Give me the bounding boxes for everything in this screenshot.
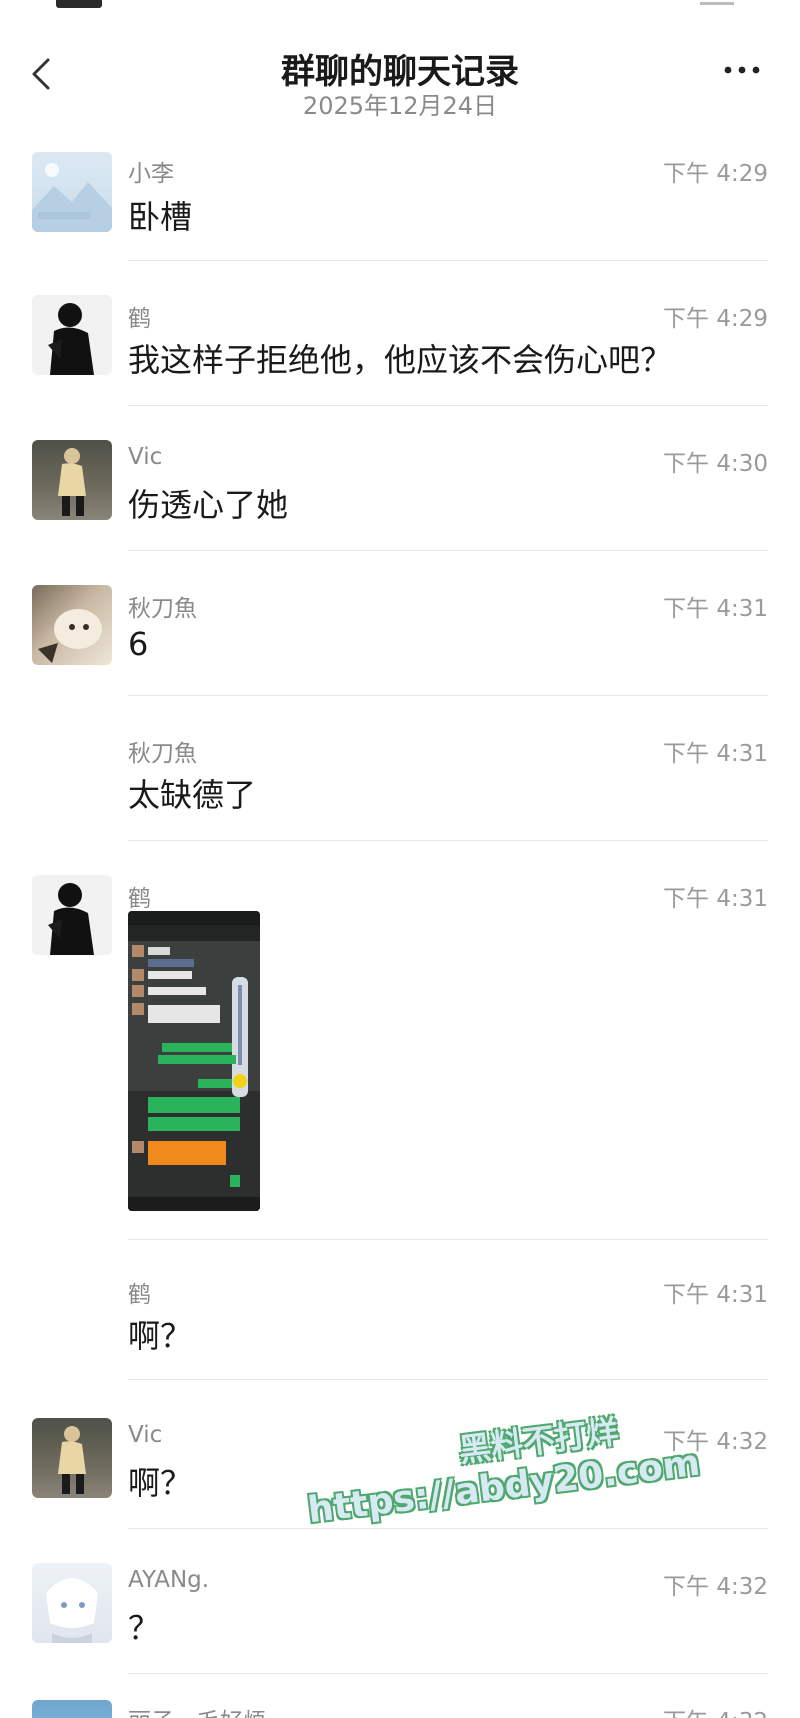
chat-screenshot-thumbnail[interactable] <box>128 911 260 1211</box>
sender-name: 鹤 <box>128 886 151 912</box>
message-time: 下午 4:32 <box>663 1574 768 1600</box>
more-button[interactable] <box>720 58 764 82</box>
avatar[interactable] <box>32 585 112 665</box>
avatar[interactable] <box>32 1563 112 1643</box>
message-time: 下午 4:31 <box>663 886 768 912</box>
header: 群聊的聊天记录 2025年12月24日 <box>0 14 800 124</box>
divider <box>128 550 768 551</box>
more-dots-icon <box>724 66 760 74</box>
message-item[interactable]: Vic 下午 4:30 伤透心了她 <box>0 440 800 552</box>
sender-name: AYANg. <box>128 1567 210 1593</box>
avatar[interactable] <box>32 875 112 955</box>
message-item[interactable]: 小李 下午 4:29 卧槽 <box>0 150 800 262</box>
divider <box>128 1379 768 1380</box>
avatar[interactable] <box>32 152 112 232</box>
message-item[interactable]: 鹤 下午 4:31 啊？ <box>0 1273 800 1383</box>
message-time: 下午 4:31 <box>663 1282 768 1308</box>
message-time: 下午 4:32 <box>663 1702 768 1718</box>
sender-name: 小李 <box>128 161 174 187</box>
avatar[interactable] <box>32 1418 112 1498</box>
person-photo-icon <box>58 448 86 516</box>
message-text: 6 <box>128 625 149 663</box>
status-bar-right-fragment <box>700 2 734 5</box>
sender-name: 鹤 <box>128 306 151 332</box>
message-text: 太缺德了 <box>128 776 257 814</box>
message-time: 下午 4:30 <box>663 451 768 477</box>
avatar[interactable] <box>32 1700 112 1718</box>
avatar[interactable] <box>32 295 112 375</box>
divider <box>128 840 768 841</box>
message-item[interactable]: Vic 下午 4:32 啊？ <box>0 1418 800 1530</box>
sender-name: 秋刀魚 <box>128 741 197 767</box>
message-time: 下午 4:29 <box>663 161 768 187</box>
divider <box>128 1239 768 1240</box>
person-silhouette-icon <box>48 303 94 375</box>
message-text: 啊？ <box>128 1317 193 1355</box>
screenshot-content <box>128 911 260 1211</box>
cat-photo-icon <box>38 609 102 663</box>
divider <box>128 405 768 406</box>
message-text: 伤透心了她 <box>128 486 289 524</box>
avatar[interactable] <box>32 440 112 520</box>
sender-name: 秋刀魚 <box>128 596 197 622</box>
sender-name: Vic <box>128 444 163 470</box>
divider <box>128 1528 768 1529</box>
message-text: 啊？ <box>128 1464 193 1502</box>
message-item[interactable]: 丽子一毛好烦 下午 4:32 <box>0 1700 800 1718</box>
status-bar <box>0 0 800 14</box>
image-placeholder-icon <box>32 163 112 232</box>
page-date: 2025年12月24日 <box>302 92 498 120</box>
message-time: 下午 4:31 <box>663 596 768 622</box>
divider <box>128 1673 768 1674</box>
anime-face-icon <box>46 1578 98 1643</box>
sender-name: 丽子一毛好烦 <box>128 1702 266 1718</box>
message-item[interactable]: AYANg. 下午 4:32 ？ <box>0 1563 800 1675</box>
message-item[interactable]: 鹤 下午 4:29 我这样子拒绝他，他应该不会伤心吧？ <box>0 295 800 407</box>
message-item[interactable]: 秋刀魚 下午 4:31 6 <box>0 585 800 697</box>
message-time: 下午 4:29 <box>663 306 768 332</box>
sender-name: 鹤 <box>128 1282 151 1308</box>
status-bar-left-fragment <box>56 0 102 8</box>
message-item[interactable]: 秋刀魚 下午 4:31 太缺德了 <box>0 730 800 842</box>
message-text: 卧槽 <box>128 198 193 236</box>
sender-name: Vic <box>128 1422 163 1448</box>
person-photo-icon <box>58 1426 86 1494</box>
message-time: 下午 4:31 <box>663 741 768 767</box>
person-silhouette-icon <box>48 883 94 955</box>
message-time: 下午 4:32 <box>663 1429 768 1455</box>
message-text: ？ <box>128 1609 161 1647</box>
message-text: 我这样子拒绝他，他应该不会伤心吧？ <box>128 341 673 379</box>
message-item[interactable]: 鹤 下午 4:31 <box>0 875 800 1241</box>
divider <box>128 260 768 261</box>
divider <box>128 695 768 696</box>
